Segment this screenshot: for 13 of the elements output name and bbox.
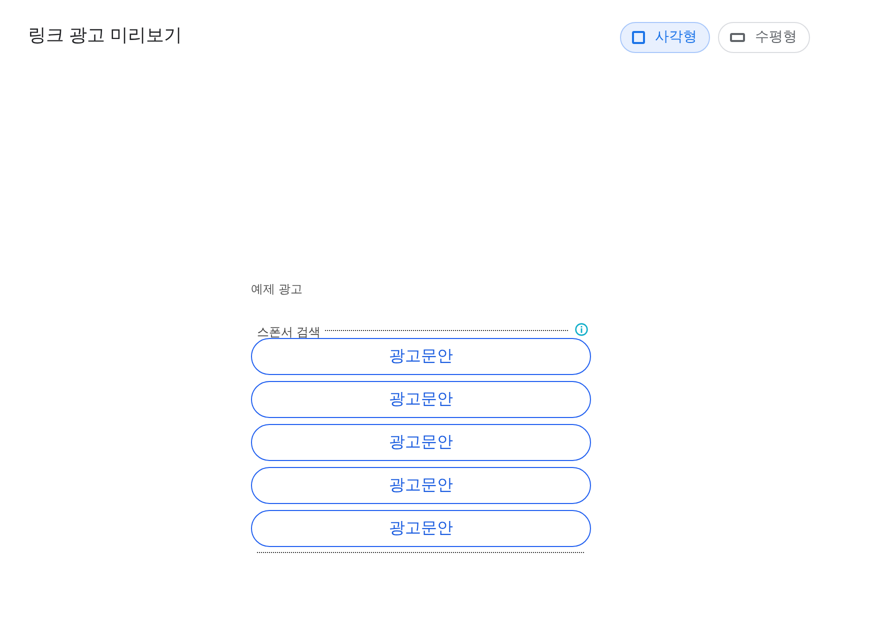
- layout-toggle-button[interactable]: 수평형: [718, 22, 810, 52]
- ad-link-button[interactable]: 광고문안: [251, 381, 591, 418]
- sponsored-label: 스폰서 검색: [257, 324, 320, 338]
- rectangle-icon: [730, 32, 745, 42]
- ad-link-button[interactable]: 광고문안: [251, 424, 591, 461]
- page-title: 링크 광고 미리보기: [28, 24, 182, 47]
- ad-link-button[interactable]: 광고문안: [251, 338, 591, 375]
- ad-link-button[interactable]: 광고문안: [251, 467, 591, 504]
- preview-caption: 예제 광고: [251, 281, 304, 297]
- layout-toggle-button[interactable]: 사각형: [620, 22, 710, 52]
- ad-link-button[interactable]: 광고문안: [251, 510, 591, 547]
- square-icon: [632, 30, 645, 44]
- info-icon[interactable]: [575, 322, 588, 336]
